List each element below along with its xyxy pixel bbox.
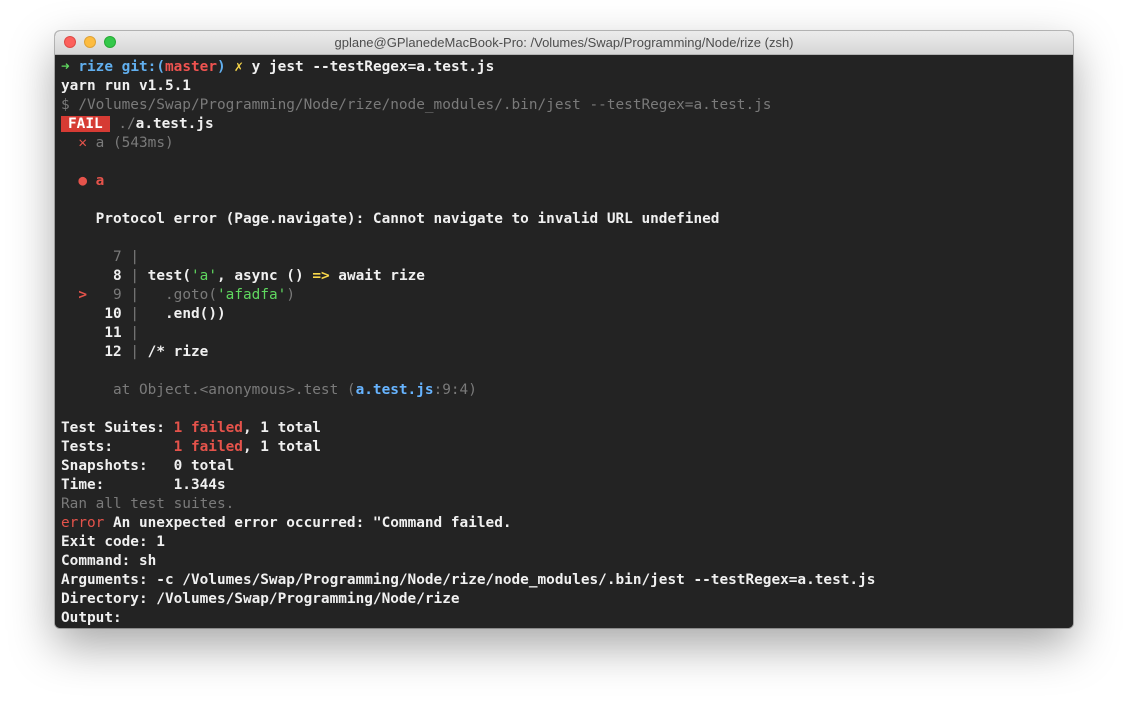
code-text: .end()) <box>165 306 226 322</box>
line-number: 11 <box>104 325 122 341</box>
line-sep: | <box>130 249 139 265</box>
line-number: 12 <box>104 344 122 360</box>
summary-failed: 1 failed <box>173 439 243 455</box>
line-sep: | <box>130 325 139 341</box>
prompt-git: git:( <box>121 59 165 75</box>
code-line: 8 | test('a', async () => await rize <box>61 267 1073 286</box>
code-text: .goto( <box>165 287 217 303</box>
line-sep: | <box>130 287 140 303</box>
line-number: 9 <box>113 287 122 303</box>
summary-snapshots: Snapshots: 0 total <box>61 457 1073 476</box>
error-message: An unexpected error occurred: "Command f… <box>104 515 512 531</box>
failure-header: ● a <box>61 172 1073 191</box>
summary-failed: 1 failed <box>173 420 243 436</box>
error-line: error An unexpected error occurred: "Com… <box>61 514 1073 533</box>
summary-value: 0 total <box>173 458 235 474</box>
line-number: 7 <box>112 249 122 265</box>
code-line: 11 | <box>61 324 1073 343</box>
line-number: 10 <box>104 306 122 322</box>
line-number: 8 <box>112 268 122 284</box>
code-text: test( <box>147 268 191 284</box>
summary-tests: Tests: 1 failed, 1 total <box>61 438 1073 457</box>
code-text: await rize <box>329 268 425 284</box>
title-bar[interactable]: gplane@GPlanedeMacBook-Pro: /Volumes/Swa… <box>55 31 1073 55</box>
stack-file-link[interactable]: a.test.js <box>356 382 434 398</box>
window-title: gplane@GPlanedeMacBook-Pro: /Volumes/Swa… <box>334 35 794 50</box>
error-marker: > <box>78 287 87 303</box>
summary-total: , 1 total <box>242 420 321 436</box>
failure-title: a <box>95 173 105 189</box>
prompt-git-close: ) <box>216 59 226 75</box>
line-sep: | <box>130 344 139 360</box>
error-command: Command: sh <box>61 553 157 569</box>
terminal-window: gplane@GPlanedeMacBook-Pro: /Volumes/Swa… <box>55 31 1073 628</box>
summary-label: Time: <box>61 477 105 493</box>
summary-time: Time: 1.344s <box>61 476 1073 495</box>
line-sep: | <box>130 268 139 284</box>
result-file-name: a.test.js <box>135 116 214 132</box>
test-duration: (543ms) <box>113 135 174 151</box>
terminal-output[interactable]: ➜ rize git:(master) ✗ y jest --testRegex… <box>55 55 1073 628</box>
prompt-line: ➜ rize git:(master) ✗ y jest --testRegex… <box>61 58 1073 77</box>
error-output: Output: <box>61 610 122 626</box>
ran-all-suites: Ran all test suites. <box>61 496 235 512</box>
summary-suites: Test Suites: 1 failed, 1 total <box>61 419 1073 438</box>
failure-message: Protocol error (Page.navigate): Cannot n… <box>95 211 720 227</box>
summary-label: Test Suites: <box>61 420 165 436</box>
failure-message-line: Protocol error (Page.navigate): Cannot n… <box>61 210 1073 229</box>
code-string: 'afadfa' <box>217 287 287 303</box>
code-text: , async () <box>217 268 313 284</box>
summary-total: , 1 total <box>242 439 321 455</box>
prompt-command: y jest --testRegex=a.test.js <box>251 59 495 75</box>
stack-trace: at Object.<anonymous>.test (a.test.js:9:… <box>61 381 1073 400</box>
prompt-arrow-icon: ➜ <box>61 59 70 75</box>
code-arrow: => <box>312 268 330 284</box>
error-exit-code: Exit code: 1 <box>61 534 165 550</box>
code-text: /* rize <box>147 344 209 360</box>
code-line-highlighted: > 9 | .goto('afadfa') <box>61 286 1073 305</box>
code-line: 10 | .end()) <box>61 305 1073 324</box>
yarn-version: yarn run v1.5.1 <box>61 78 191 94</box>
summary-label: Snapshots: <box>61 458 148 474</box>
stack-location: :9:4) <box>433 382 477 398</box>
test-name: a <box>95 135 105 151</box>
test-line: ✕ a (543ms) <box>61 134 1073 153</box>
fail-badge: FAIL <box>61 116 110 132</box>
yarn-exec: $ /Volumes/Swap/Programming/Node/rize/no… <box>61 97 772 113</box>
prompt-branch: master <box>165 59 217 75</box>
bullet-icon: ● <box>78 173 87 189</box>
prompt-dir: rize <box>78 59 113 75</box>
code-text: ) <box>286 287 295 303</box>
code-line: 7 | <box>61 248 1073 267</box>
line-sep: | <box>130 306 139 322</box>
error-directory: Directory: /Volumes/Swap/Programming/Nod… <box>61 591 460 607</box>
summary-label: Tests: <box>61 439 113 455</box>
dirty-icon: ✗ <box>234 59 243 75</box>
stack-text: at Object.<anonymous>.test ( <box>112 382 356 398</box>
error-arguments: Arguments: -c /Volumes/Swap/Programming/… <box>61 572 876 588</box>
error-label: error <box>61 515 105 531</box>
result-file-dir: ./ <box>118 116 136 132</box>
code-string: 'a' <box>191 268 217 284</box>
summary-value: 1.344s <box>173 477 226 493</box>
cross-icon: ✕ <box>78 135 87 151</box>
result-line: FAIL ./a.test.js <box>61 115 1073 134</box>
code-line: 12 | /* rize <box>61 343 1073 362</box>
